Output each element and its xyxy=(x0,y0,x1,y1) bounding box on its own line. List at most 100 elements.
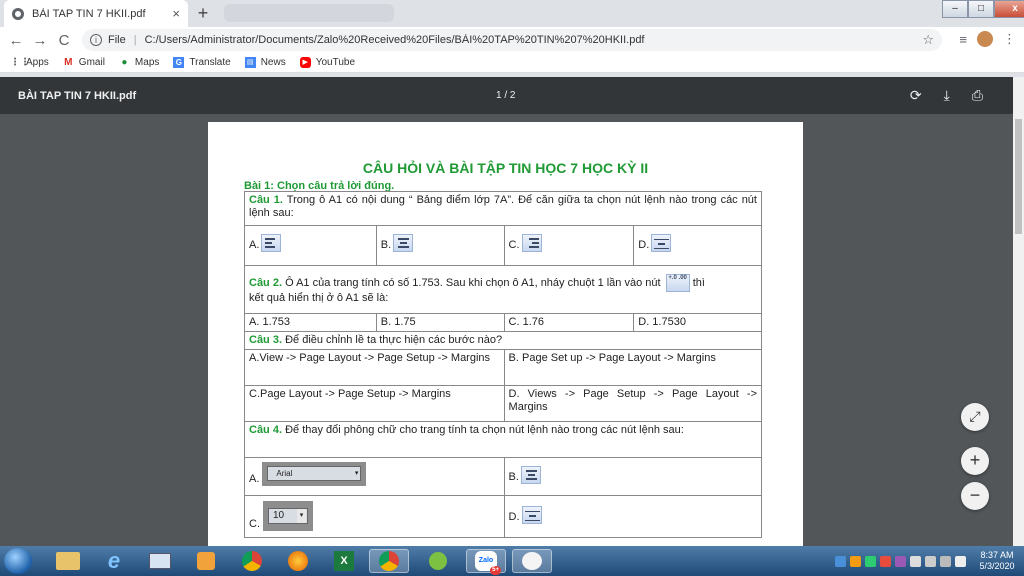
volume-icon[interactable] xyxy=(955,555,966,567)
option-d: D. 1.7530 xyxy=(633,313,762,332)
option-label: A. xyxy=(249,239,260,251)
network-icon[interactable] xyxy=(925,555,936,567)
pdf-page: CÂU HỎI VÀ BÀI TẬP TIN HỌC 7 HỌC KỲ II B… xyxy=(208,122,803,546)
option-label: D. xyxy=(638,239,650,251)
separator: | xyxy=(133,34,137,46)
question-text-line2: kết quả hiển thị ở ô A1 sẽ là: xyxy=(249,292,389,304)
excel-label: X xyxy=(334,551,354,571)
tab-close-button[interactable]: × xyxy=(172,6,180,21)
scheme-label: File xyxy=(108,34,126,46)
bookmark-apps[interactable]: ⋮⋮ Apps xyxy=(10,57,49,68)
internet-explorer-icon[interactable]: e xyxy=(94,548,134,573)
question-text: Ô A1 của trang tính có số 1.753. Sau khi… xyxy=(285,276,661,289)
browser-toolbar: ← → C i File | C:/Users/Administrator/Do… xyxy=(0,27,1024,53)
menu-icon[interactable]: ⋮ xyxy=(1003,31,1016,47)
question-text: Để thay đổi phông chữ cho trang tính ta … xyxy=(285,424,684,436)
option-d: D. xyxy=(633,225,762,266)
background-tabs[interactable] xyxy=(224,4,394,22)
option-label: D. xyxy=(508,511,520,523)
option-c: C.Page Layout -> Page Setup -> Margins xyxy=(244,385,505,422)
download-icon[interactable]: ⤓ xyxy=(944,87,950,104)
option-b: B. Page Set up -> Page Layout -> Margins xyxy=(503,349,763,386)
bookmark-maps[interactable]: ● Maps xyxy=(119,57,159,68)
pdf-toolbar: BÀI TAP TIN 7 HKII.pdf 1 / 2 ⟳ ⤓ ⎙ xyxy=(0,77,1013,114)
tab-strip: BÀI TAP TIN 7 HKII.pdf × + – □ x xyxy=(0,0,1024,27)
signal-icon[interactable] xyxy=(940,555,951,567)
print-icon[interactable]: ⎙ xyxy=(972,87,983,104)
tray-app-icon[interactable] xyxy=(865,555,876,567)
font-size-box-icon: 10 xyxy=(263,501,313,531)
star-icon[interactable]: ☆ xyxy=(922,32,934,48)
site-info-icon[interactable]: i xyxy=(90,34,102,46)
forward-button[interactable]: → xyxy=(28,32,52,49)
address-bar[interactable]: i File | C:/Users/Administrator/Document… xyxy=(82,29,942,51)
profile-avatar[interactable] xyxy=(977,31,993,47)
font-size-value: 10 xyxy=(268,508,308,524)
excel-icon[interactable]: X xyxy=(324,549,364,573)
option-a: A. xyxy=(244,225,377,266)
screen-icon[interactable] xyxy=(140,549,180,573)
bookmark-label: Maps xyxy=(134,57,160,68)
bookmark-youtube[interactable]: ▶ YouTube xyxy=(299,57,355,68)
file-explorer-icon[interactable] xyxy=(48,549,88,573)
tray-app-icon[interactable] xyxy=(850,555,861,567)
bookmark-translate[interactable]: G Translate xyxy=(173,57,231,68)
news-icon: ▤ xyxy=(244,57,256,68)
tray-app-icon[interactable] xyxy=(835,555,846,567)
option-label: B. xyxy=(380,239,392,251)
paint-icon[interactable] xyxy=(512,549,552,573)
toolbar-right: ≡ ⋮ xyxy=(959,31,1016,47)
maximize-button[interactable]: □ xyxy=(968,0,994,18)
clock[interactable]: 8:37 AM 5/3/2020 xyxy=(976,550,1018,572)
youtube-icon: ▶ xyxy=(299,57,311,68)
rotate-icon[interactable]: ⟳ xyxy=(910,87,922,104)
bookmark-gmail[interactable]: M Gmail xyxy=(63,57,105,68)
tray-app-icon[interactable] xyxy=(895,555,906,567)
question-1: Câu 1. Trong ô A1 có nội dung “ Bảng điể… xyxy=(244,191,762,226)
question-4: Câu 4. Để thay đổi phông chữ cho trang t… xyxy=(244,421,762,458)
bookmark-label: News xyxy=(260,57,286,68)
url-text[interactable]: C:/Users/Administrator/Documents/Zalo%20… xyxy=(145,34,923,46)
option-label: C. xyxy=(508,239,520,251)
zoom-in-button[interactable]: + xyxy=(961,447,989,475)
option-b: B. 1.75 xyxy=(375,313,505,332)
icon-caption: +.0 .00 xyxy=(668,275,687,281)
zoom-out-button[interactable]: − xyxy=(961,482,989,510)
option-c: C. 1.76 xyxy=(503,313,635,332)
bookmark-label: Apps xyxy=(26,57,49,68)
option-c: C. xyxy=(503,225,635,266)
font-name-value: Arial xyxy=(267,466,362,481)
chrome-icon[interactable] xyxy=(232,549,272,573)
chrome-active-icon[interactable] xyxy=(369,549,409,573)
zalo-badge: 5+ xyxy=(490,566,501,575)
reload-button[interactable]: C xyxy=(52,32,76,49)
page-indicator[interactable]: 1 / 2 xyxy=(496,90,515,101)
firefox-icon[interactable] xyxy=(278,549,318,573)
question-text-tail: thì xyxy=(692,276,705,289)
app-icon[interactable] xyxy=(418,549,458,573)
bookmark-label: Translate xyxy=(189,57,231,68)
vertical-scrollbar[interactable] xyxy=(1013,77,1024,546)
taskbar: e X Zalo 5+ 8:37 AM 5/3/2020 xyxy=(0,546,1024,576)
media-player-icon[interactable] xyxy=(186,549,226,573)
bookmark-news[interactable]: ▤ News xyxy=(244,57,286,68)
zalo-icon[interactable]: Zalo 5+ xyxy=(466,549,506,575)
pdf-viewer[interactable]: CÂU HỎI VÀ BÀI TẬP TIN HỌC 7 HỌC KỲ II B… xyxy=(0,114,1013,546)
close-window-button[interactable]: x xyxy=(994,0,1024,18)
tray-app-icon[interactable] xyxy=(880,555,891,567)
back-button[interactable]: ← xyxy=(4,32,28,49)
scrollbar-thumb[interactable] xyxy=(1015,119,1022,234)
new-tab-button[interactable]: + xyxy=(193,4,213,24)
fit-page-button[interactable]: ⤢ xyxy=(961,403,989,431)
minimize-button[interactable]: – xyxy=(942,0,968,18)
reading-list-icon[interactable]: ≡ xyxy=(959,32,967,47)
pdf-filename: BÀI TAP TIN 7 HKII.pdf xyxy=(18,89,137,102)
option-d: D. xyxy=(503,495,763,538)
align-center-icon xyxy=(393,234,414,252)
start-button[interactable] xyxy=(4,548,32,574)
flag-icon[interactable] xyxy=(910,555,921,567)
maps-pin-icon: ● xyxy=(121,57,128,68)
option-label: A. xyxy=(249,473,260,485)
align-center-icon xyxy=(520,466,541,484)
browser-tab[interactable]: BÀI TAP TIN 7 HKII.pdf × xyxy=(4,0,188,27)
